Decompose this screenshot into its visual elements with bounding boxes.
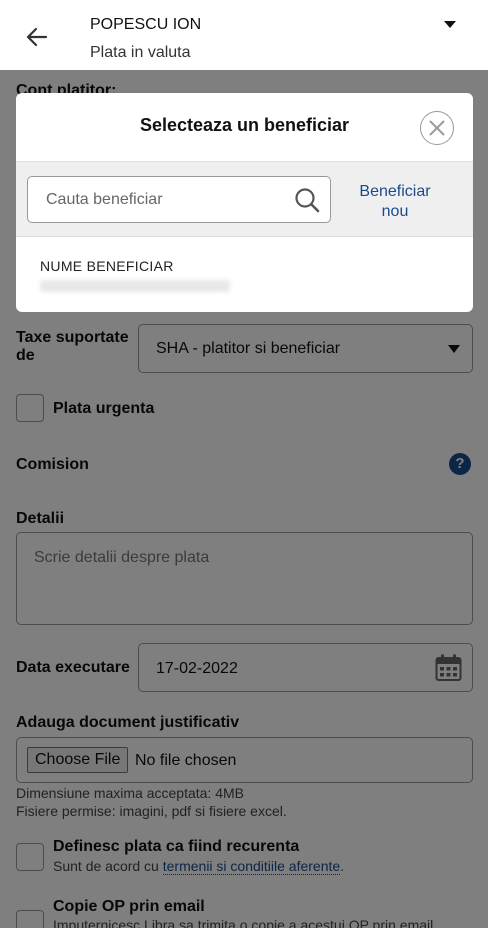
beneficiary-name: NUME BENEFICIAR [40,258,174,274]
search-icon[interactable] [294,187,320,213]
search-bar: Cauta beneficiar Beneficiar nou [16,161,473,237]
page-subtitle: Plata in valuta [90,44,191,61]
app-header: POPESCU ION Plata in valuta [0,0,488,70]
account-name[interactable]: POPESCU ION [90,16,201,34]
list-item[interactable]: NUME BENEFICIAR [16,238,473,312]
beneficiary-iban-redacted [40,280,230,292]
new-beneficiary-button[interactable]: Beneficiar nou [352,182,438,222]
beneficiary-search-input[interactable]: Cauta beneficiar [27,176,331,223]
account-dropdown-icon[interactable] [444,21,456,28]
modal-title: Selecteaza un beneficiar [139,115,350,135]
select-beneficiary-modal: Selecteaza un beneficiar Cauta beneficia… [16,93,473,312]
close-icon[interactable] [420,111,454,145]
search-placeholder: Cauta beneficiar [46,191,163,208]
back-arrow-icon[interactable] [22,22,52,52]
